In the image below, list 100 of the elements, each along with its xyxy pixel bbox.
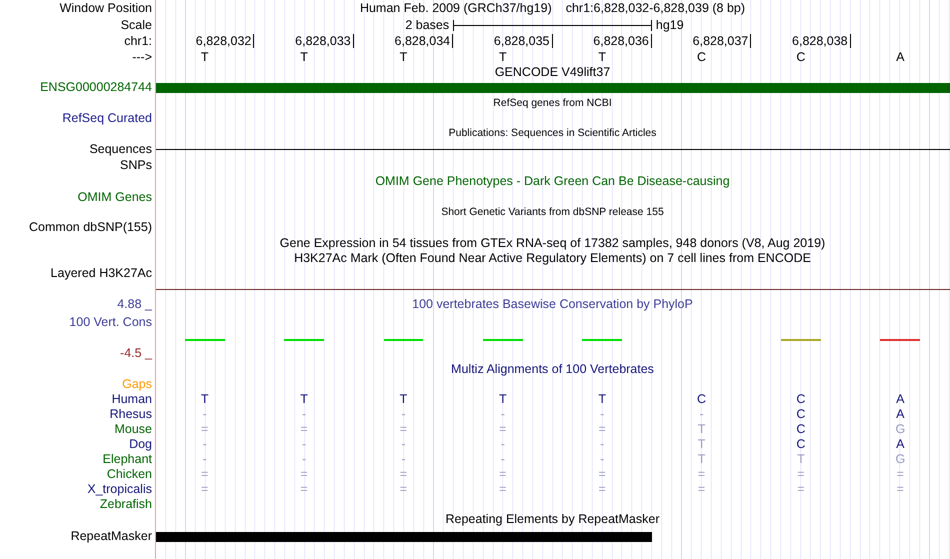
alignment-base: T [698, 422, 706, 436]
alignment-base: G [895, 452, 906, 466]
base-letter: T [598, 50, 606, 64]
alignment-base: - [600, 452, 604, 466]
alignment-base: - [302, 406, 306, 421]
base-letter: T [400, 50, 408, 64]
alignment-base: - [600, 406, 604, 421]
track-label[interactable]: RefSeq Curated [62, 110, 152, 125]
alignment-base: - [401, 406, 406, 421]
alignment-base: T [698, 452, 706, 466]
track-label[interactable]: chr1: [124, 34, 152, 48]
alignment-base: = [300, 466, 308, 481]
alignment-base: = [201, 466, 208, 481]
alignment-base: C [796, 422, 806, 436]
coordinate-label: 6,828,032 [196, 34, 254, 48]
alignment-base: = [499, 482, 506, 496]
track-label[interactable]: Mouse [114, 422, 152, 436]
track-label[interactable]: 4.88 _ [117, 297, 152, 312]
base-letter: C [796, 50, 806, 64]
feature-bar-segment[interactable] [552, 532, 652, 542]
track-title: Multiz Alignments of 100 Vertebrates [451, 363, 654, 377]
track-label[interactable]: Common dbSNP(155) [29, 220, 152, 234]
track-title: Gene Expression in 54 tissues from GTEx RNA-seq of 17382 samples, 948 donors (V8, Aug 2019) [280, 237, 826, 251]
alignment-base: - [500, 436, 505, 451]
track-label[interactable]: Layered H3K27Ac [50, 266, 152, 280]
track-label[interactable]: Window Position [60, 0, 152, 15]
track-label[interactable]: OMIM Genes [78, 190, 152, 204]
alignment-base: T [498, 392, 507, 406]
coordinate-label: 6,828,038 [792, 34, 851, 48]
alignment-base: C [796, 436, 806, 451]
alignment-base: = [598, 482, 606, 496]
base-letter: A [896, 50, 904, 64]
track-label[interactable]: Sequences [89, 142, 152, 156]
alignment-base: = [797, 482, 805, 496]
alignment-base: C [796, 406, 806, 421]
track-title: Publications: Sequences in Scientific Articles [448, 128, 656, 140]
alignment-base: = [797, 466, 805, 481]
alignment-base: - [202, 436, 207, 451]
alignment-base: T [598, 392, 606, 406]
alignment-base: = [201, 422, 208, 436]
assembly-text: hg19 [656, 18, 684, 32]
track-label[interactable]: Human [112, 392, 152, 406]
track-label[interactable]: Elephant [102, 452, 152, 466]
coordinate-label: 6,828,034 [394, 34, 454, 48]
alignment-base: = [698, 466, 706, 481]
alignment-base: = [300, 482, 308, 496]
track-label[interactable]: SNPs [120, 158, 152, 172]
alignment-base: A [896, 436, 904, 451]
track-title: RefSeq genes from NCBI [493, 98, 612, 110]
alignment-base: = [896, 482, 904, 496]
track-label[interactable]: ENSG00000284744 [40, 80, 152, 94]
position-text: chr1:6,828,032-6,828,039 (8 bp) [566, 2, 746, 16]
alignment-base: - [202, 452, 207, 466]
track-label[interactable]: Rhesus [110, 406, 152, 421]
scale-text: 2 bases [405, 18, 450, 32]
alignment-base: T [300, 392, 308, 406]
base-letter: T [300, 50, 308, 64]
alignment-base: - [302, 436, 306, 451]
alignment-base: = [201, 482, 208, 496]
alignment-base: - [500, 406, 505, 421]
alignment-base: T [400, 392, 408, 406]
base-letter: C [697, 50, 706, 64]
alignment-base: - [202, 406, 207, 421]
alignment-base: T [698, 436, 706, 451]
track-label[interactable]: RepeatMasker [70, 528, 152, 543]
alignment-base: C [796, 392, 806, 406]
alignment-base: = [400, 466, 408, 481]
track-title: OMIM Gene Phenotypes - Dark Green Can Be Disease-causing [375, 175, 730, 189]
track-label[interactable]: Chicken [106, 466, 152, 481]
track-label[interactable]: ---> [132, 50, 152, 64]
alignment-base: A [896, 392, 904, 406]
alignment-base: - [302, 452, 306, 466]
coordinate-label: 6,828,037 [692, 34, 752, 48]
alignment-base: = [598, 422, 606, 436]
position-text: Human Feb. 2009 (GRCh37/hg19) [360, 2, 552, 16]
alignment-base: = [698, 482, 706, 496]
alignment-base: C [697, 392, 706, 406]
track-title: H3K27Ac Mark (Often Found Near Active Regulatory Elements) on 7 cell lines from ENCODE [294, 252, 811, 266]
track-label[interactable]: -4.5 _ [120, 346, 152, 360]
alignment-base: - [600, 436, 604, 451]
alignment-base: = [400, 422, 408, 436]
track-label[interactable]: Zebrafish [100, 496, 152, 511]
track-title: Repeating Elements by RepeatMasker [445, 513, 660, 527]
alignment-base: = [499, 422, 506, 436]
alignment-base: - [401, 452, 406, 466]
track-label[interactable]: X_tropicalis [87, 482, 152, 496]
track-label[interactable]: Dog [129, 436, 152, 451]
track-label[interactable]: 100 Vert. Cons [69, 315, 152, 330]
alignment-base: G [895, 422, 906, 436]
alignment-base: - [401, 436, 406, 451]
base-letter: T [498, 50, 507, 64]
track-label[interactable]: Scale [120, 18, 152, 32]
alignment-base: - [500, 452, 505, 466]
track-title: GENCODE V49lift37 [494, 66, 610, 80]
coordinate-label: 6,828,033 [295, 34, 354, 48]
track-title: 100 vertebrates Basewise Conservation by PhyloP [412, 298, 693, 312]
feature-bar-segment[interactable] [155, 532, 254, 542]
alignment-base: - [699, 406, 704, 421]
alignment-base: T [200, 392, 208, 406]
alignment-base: A [896, 406, 904, 421]
